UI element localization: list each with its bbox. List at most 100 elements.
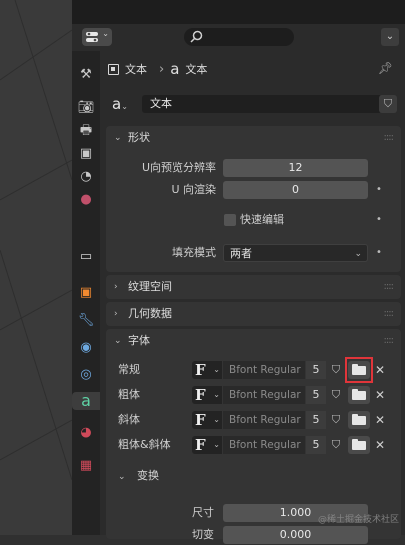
font-users-count[interactable]: 5: [306, 361, 326, 379]
scene-icon[interactable]: ◔: [77, 168, 95, 186]
font-browse-button[interactable]: F ⌄: [192, 386, 222, 404]
font-name-field[interactable]: Bfont Regular: [223, 436, 305, 454]
close-icon[interactable]: ✕: [372, 361, 388, 379]
text-data-icon: a: [170, 60, 180, 78]
collection-icon[interactable]: ▭: [77, 248, 95, 266]
font-name-field[interactable]: Bfont Regular: [223, 361, 305, 379]
close-icon[interactable]: ✕: [372, 436, 388, 454]
fill-mode-row: 填充模式 两者 ⌄ •: [106, 243, 401, 263]
font-name-field[interactable]: Bfont Regular: [223, 411, 305, 429]
chevron-down-icon: ⌄: [213, 415, 220, 424]
chevron-down-icon: ⌄: [102, 29, 109, 38]
chevron-down-icon: ⌄: [114, 133, 122, 143]
shear-label: 切变: [192, 528, 214, 541]
pin-icon[interactable]: 📌︎: [378, 61, 393, 75]
geometry-panel-header[interactable]: › 几何数据 ::::: [106, 302, 401, 326]
world-icon[interactable]: ●: [77, 191, 95, 209]
folder-icon[interactable]: [348, 436, 370, 454]
folder-glyph: [352, 389, 366, 400]
keyframe-dot-icon[interactable]: •: [376, 210, 382, 230]
drag-grip-icon[interactable]: ::::: [384, 275, 395, 299]
font-panel-title: 字体: [128, 334, 150, 347]
font-row-bold: 粗体 F ⌄ Bfont Regular 5 ⛉ ✕: [106, 384, 401, 406]
options-dropdown[interactable]: ⌄: [381, 28, 399, 46]
fill-mode-dropdown[interactable]: 两者 ⌄: [223, 244, 368, 262]
output-icon[interactable]: 🖶: [77, 122, 95, 140]
render-resolution-field[interactable]: 0: [223, 181, 368, 199]
font-glyph-icon: F: [195, 411, 206, 429]
preview-resolution-row: U向预览分辨率 12: [106, 158, 401, 178]
breadcrumb-separator-icon: ›: [159, 61, 165, 77]
font-browse-button[interactable]: F ⌄: [192, 411, 222, 429]
watermark-text: @稀土掘金技术社区: [317, 515, 399, 525]
editor-type-button[interactable]: ⌄: [82, 28, 112, 46]
geometry-panel: › 几何数据 ::::: [106, 302, 401, 326]
font-panel: ⌄ 字体 :::: 常规 F ⌄ Bfont Regular 5 ⛉ ✕ 粗体 F…: [106, 329, 401, 544]
text-data-browse-icon[interactable]: a⌄: [112, 94, 140, 114]
preview-resolution-field[interactable]: 12: [223, 159, 368, 177]
material-icon[interactable]: ◕: [77, 424, 95, 442]
fill-mode-label: 填充模式: [172, 246, 216, 259]
breadcrumb-data: 文本: [185, 63, 208, 76]
3d-viewport[interactable]: [0, 0, 72, 535]
texture-space-panel-title: 纹理空间: [128, 280, 172, 293]
texture-space-panel-header[interactable]: › 纹理空间 ::::: [106, 275, 401, 299]
shield-icon[interactable]: ⛉: [328, 361, 344, 379]
render-icon[interactable]: 📷︎: [77, 99, 95, 117]
chevron-down-icon: ⌄: [118, 472, 126, 482]
font-row-label: 常规: [118, 363, 140, 376]
drag-grip-icon[interactable]: ::::: [384, 302, 395, 326]
shield-icon[interactable]: ⛉: [328, 411, 344, 429]
font-glyph-icon: F: [195, 361, 206, 379]
font-name-field[interactable]: Bfont Regular: [223, 386, 305, 404]
breadcrumb-object: 文本: [125, 63, 147, 76]
text-data-icon[interactable]: a: [72, 392, 100, 410]
font-browse-button[interactable]: F ⌄: [192, 436, 222, 454]
font-panel-header[interactable]: ⌄ 字体 ::::: [106, 329, 401, 353]
fake-user-shield-icon[interactable]: ⛉: [379, 95, 397, 113]
keyframe-dot-icon[interactable]: •: [376, 243, 382, 263]
chevron-down-icon: ⌄: [114, 336, 122, 346]
fast-edit-label: 快速编辑: [240, 213, 284, 226]
top-bar: [72, 0, 405, 24]
shape-panel-header[interactable]: ⌄ 形状 ::::: [106, 126, 401, 150]
render-resolution-row: U 向渲染 0 •: [106, 180, 401, 200]
font-glyph-icon: F: [195, 436, 206, 454]
close-icon[interactable]: ✕: [372, 411, 388, 429]
transform-subpanel-header[interactable]: ⌄ 变换: [118, 465, 159, 487]
physics-icon[interactable]: ◎: [77, 366, 95, 384]
shear-field[interactable]: 0.000: [223, 526, 368, 544]
font-users-count[interactable]: 5: [306, 436, 326, 454]
editor-type-icon: [86, 32, 98, 42]
render-resolution-label: U 向渲染: [171, 183, 216, 196]
shape-panel: ⌄ 形状 :::: U向预览分辨率 12 U 向渲染 0 • 快速编辑 • 填充…: [106, 126, 401, 272]
properties-header: ⌄ ⌄: [72, 24, 405, 52]
font-browse-button[interactable]: F ⌄: [192, 361, 222, 379]
shear-row: 切变 0.000: [106, 525, 401, 545]
object-data-icon: [108, 63, 119, 75]
drag-grip-icon[interactable]: ::::: [384, 329, 395, 353]
texture-icon[interactable]: ▦: [77, 457, 95, 475]
drag-grip-icon[interactable]: ::::: [384, 126, 395, 150]
font-row-label: 斜体: [118, 413, 140, 426]
tool-icon[interactable]: ⚒: [77, 66, 95, 84]
chevron-right-icon: ›: [114, 282, 118, 292]
object-icon[interactable]: ▣: [77, 284, 95, 302]
folder-icon[interactable]: [348, 386, 370, 404]
font-users-count[interactable]: 5: [306, 386, 326, 404]
keyframe-dot-icon[interactable]: •: [376, 180, 382, 200]
folder-icon[interactable]: [348, 411, 370, 429]
particles-icon[interactable]: ◉: [77, 339, 95, 357]
fast-edit-checkbox[interactable]: [224, 214, 236, 226]
font-row-bold-italic: 粗体&斜体 F ⌄ Bfont Regular 5 ⛉ ✕: [106, 434, 401, 456]
modifier-icon[interactable]: 🔧︎: [77, 312, 95, 330]
shield-icon[interactable]: ⛉: [328, 386, 344, 404]
datablock-name-field[interactable]: 文本: [142, 95, 382, 113]
close-icon[interactable]: ✕: [372, 386, 388, 404]
shield-icon[interactable]: ⛉: [328, 436, 344, 454]
view-layer-icon[interactable]: ▣: [77, 145, 95, 163]
geometry-panel-title: 几何数据: [128, 307, 172, 320]
shape-panel-title: 形状: [128, 131, 150, 144]
search-input[interactable]: [184, 28, 294, 46]
font-users-count[interactable]: 5: [306, 411, 326, 429]
